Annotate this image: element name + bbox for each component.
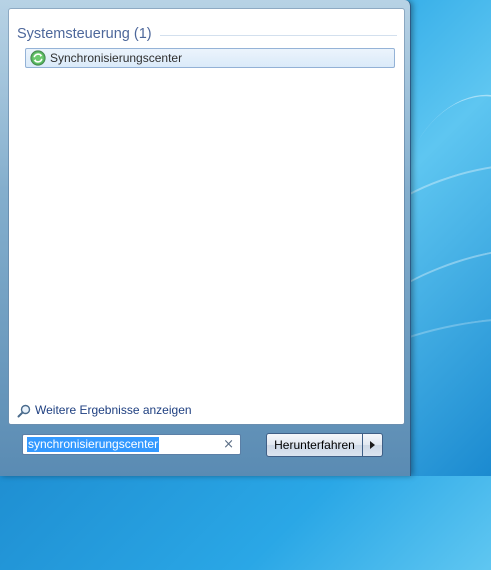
clear-icon[interactable]: × [223,437,234,453]
result-item-label: Synchronisierungscenter [50,51,183,65]
search-input-value[interactable]: synchronisierungscenter [27,437,160,452]
see-more-results-link[interactable]: Weitere Ergebnisse anzeigen [17,401,192,419]
search-input[interactable]: synchronisierungscenter × [22,434,241,455]
see-more-results-label: Weitere Ergebnisse anzeigen [35,403,192,417]
result-group-header[interactable]: Systemsteuerung (1) [17,24,397,44]
shutdown-options-button[interactable] [363,433,383,457]
magnifier-icon [17,403,31,418]
sync-center-icon [30,50,46,66]
result-item-sync-center[interactable]: Synchronisierungscenter [25,48,395,68]
shutdown-control: Herunterfahren [266,433,383,457]
search-results-pane: Systemsteuerung (1) Synchronisierungscen… [8,8,405,425]
shutdown-button[interactable]: Herunterfahren [266,433,363,457]
result-group-title[interactable]: Systemsteuerung (1) [17,26,152,42]
start-menu: Systemsteuerung (1) Synchronisierungscen… [0,0,411,476]
group-divider [159,34,397,36]
chevron-right-icon [370,441,375,449]
shutdown-label: Herunterfahren [274,438,355,452]
